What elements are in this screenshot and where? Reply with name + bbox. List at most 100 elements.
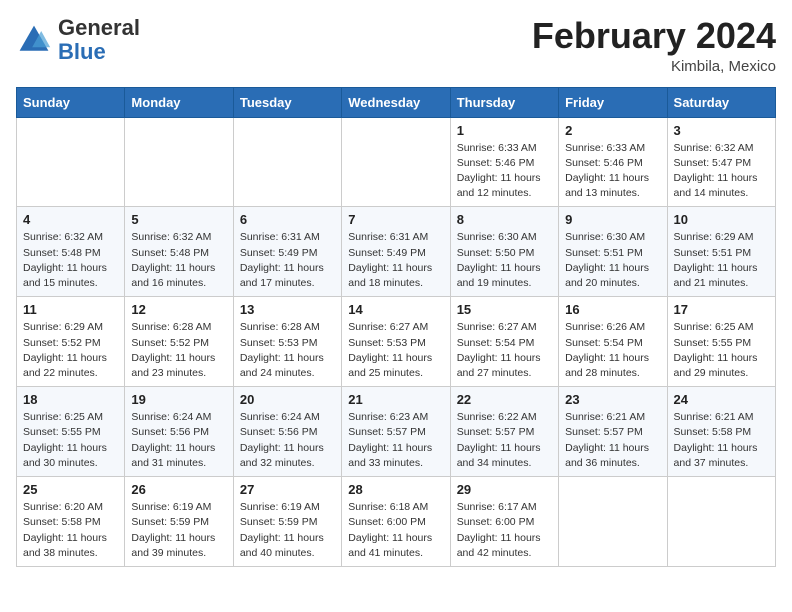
calendar-week-row: 1 Sunrise: 6:33 AMSunset: 5:46 PMDaylight… (17, 117, 776, 207)
day-number: 15 (457, 302, 552, 317)
calendar-cell: 27 Sunrise: 6:19 AMSunset: 5:59 PMDayligh… (233, 477, 341, 567)
day-number: 18 (23, 392, 118, 407)
day-info: Sunrise: 6:25 AMSunset: 5:55 PMDaylight:… (674, 320, 769, 381)
calendar-cell: 28Sunrise: 6:18 AMSunset: 6:00 PMDayligh… (342, 477, 450, 567)
calendar-cell: 7Sunrise: 6:31 AMSunset: 5:49 PMDaylight… (342, 207, 450, 297)
col-header-saturday: Saturday (667, 87, 775, 117)
day-number: 24 (674, 392, 769, 407)
day-info: Sunrise: 6:24 AMSunset: 5:56 PMDaylight:… (131, 410, 226, 471)
day-number: 27 (240, 482, 335, 497)
calendar-cell: 8Sunrise: 6:30 AMSunset: 5:50 PMDaylight… (450, 207, 558, 297)
col-header-thursday: Thursday (450, 87, 558, 117)
calendar-cell: 4 Sunrise: 6:32 AMSunset: 5:48 PMDaylight… (17, 207, 125, 297)
calendar-week-row: 11 Sunrise: 6:29 AMSunset: 5:52 PMDayligh… (17, 297, 776, 387)
logo: General Blue (16, 16, 140, 64)
calendar-table: SundayMondayTuesdayWednesdayThursdayFrid… (16, 87, 776, 567)
day-number: 21 (348, 392, 443, 407)
day-info: Sunrise: 6:18 AMSunset: 6:00 PMDaylight:… (348, 500, 443, 561)
day-info: Sunrise: 6:32 AMSunset: 5:48 PMDaylight:… (23, 230, 118, 291)
day-number: 5 (131, 212, 226, 227)
day-number: 7 (348, 212, 443, 227)
logo-icon (16, 22, 52, 58)
calendar-cell: 10 Sunrise: 6:29 AMSunset: 5:51 PMDayligh… (667, 207, 775, 297)
calendar-header-row: SundayMondayTuesdayWednesdayThursdayFrid… (17, 87, 776, 117)
page-header: General Blue February 2024 Kimbila, Mexi… (16, 16, 776, 75)
day-info: Sunrise: 6:26 AMSunset: 5:54 PMDaylight:… (565, 320, 660, 381)
day-info: Sunrise: 6:21 AMSunset: 5:57 PMDaylight:… (565, 410, 660, 471)
calendar-cell: 20 Sunrise: 6:24 AMSunset: 5:56 PMDayligh… (233, 387, 341, 477)
day-info: Sunrise: 6:22 AMSunset: 5:57 PMDaylight:… (457, 410, 552, 471)
calendar-cell: 16 Sunrise: 6:26 AMSunset: 5:54 PMDayligh… (559, 297, 667, 387)
day-info: Sunrise: 6:30 AMSunset: 5:51 PMDaylight:… (565, 230, 660, 291)
calendar-cell: 2 Sunrise: 6:33 AMSunset: 5:46 PMDaylight… (559, 117, 667, 207)
day-number: 11 (23, 302, 118, 317)
title-block: February 2024 Kimbila, Mexico (532, 16, 776, 75)
calendar-cell: 22 Sunrise: 6:22 AMSunset: 5:57 PMDayligh… (450, 387, 558, 477)
calendar-cell: 23Sunrise: 6:21 AMSunset: 5:57 PMDayligh… (559, 387, 667, 477)
calendar-cell (667, 477, 775, 567)
day-number: 10 (674, 212, 769, 227)
day-info: Sunrise: 6:29 AMSunset: 5:52 PMDaylight:… (23, 320, 118, 381)
logo-general: General (58, 15, 140, 40)
day-info: Sunrise: 6:19 AMSunset: 5:59 PMDaylight:… (240, 500, 335, 561)
day-number: 1 (457, 123, 552, 138)
day-info: Sunrise: 6:24 AMSunset: 5:56 PMDaylight:… (240, 410, 335, 471)
day-info: Sunrise: 6:28 AMSunset: 5:52 PMDaylight:… (131, 320, 226, 381)
calendar-cell: 25Sunrise: 6:20 AMSunset: 5:58 PMDayligh… (17, 477, 125, 567)
col-header-tuesday: Tuesday (233, 87, 341, 117)
calendar-cell: 18 Sunrise: 6:25 AMSunset: 5:55 PMDayligh… (17, 387, 125, 477)
day-info: Sunrise: 6:27 AMSunset: 5:54 PMDaylight:… (457, 320, 552, 381)
location-subtitle: Kimbila, Mexico (532, 58, 776, 75)
calendar-cell: 9 Sunrise: 6:30 AMSunset: 5:51 PMDaylight… (559, 207, 667, 297)
col-header-wednesday: Wednesday (342, 87, 450, 117)
day-info: Sunrise: 6:29 AMSunset: 5:51 PMDaylight:… (674, 230, 769, 291)
day-info: Sunrise: 6:23 AMSunset: 5:57 PMDaylight:… (348, 410, 443, 471)
day-number: 9 (565, 212, 660, 227)
day-number: 6 (240, 212, 335, 227)
day-info: Sunrise: 6:28 AMSunset: 5:53 PMDaylight:… (240, 320, 335, 381)
day-info: Sunrise: 6:17 AMSunset: 6:00 PMDaylight:… (457, 500, 552, 561)
day-number: 16 (565, 302, 660, 317)
calendar-week-row: 25Sunrise: 6:20 AMSunset: 5:58 PMDayligh… (17, 477, 776, 567)
day-info: Sunrise: 6:33 AMSunset: 5:46 PMDaylight:… (565, 141, 660, 202)
col-header-monday: Monday (125, 87, 233, 117)
day-info: Sunrise: 6:25 AMSunset: 5:55 PMDaylight:… (23, 410, 118, 471)
calendar-cell: 24 Sunrise: 6:21 AMSunset: 5:58 PMDayligh… (667, 387, 775, 477)
calendar-cell (342, 117, 450, 207)
day-number: 12 (131, 302, 226, 317)
day-number: 4 (23, 212, 118, 227)
day-number: 3 (674, 123, 769, 138)
calendar-cell: 14 Sunrise: 6:27 AMSunset: 5:53 PMDayligh… (342, 297, 450, 387)
day-number: 26 (131, 482, 226, 497)
calendar-cell (233, 117, 341, 207)
calendar-week-row: 4 Sunrise: 6:32 AMSunset: 5:48 PMDaylight… (17, 207, 776, 297)
day-number: 2 (565, 123, 660, 138)
calendar-cell: 3 Sunrise: 6:32 AMSunset: 5:47 PMDaylight… (667, 117, 775, 207)
day-info: Sunrise: 6:30 AMSunset: 5:50 PMDaylight:… (457, 230, 552, 291)
calendar-cell: 29 Sunrise: 6:17 AMSunset: 6:00 PMDayligh… (450, 477, 558, 567)
calendar-cell: 26Sunrise: 6:19 AMSunset: 5:59 PMDayligh… (125, 477, 233, 567)
calendar-cell: 11 Sunrise: 6:29 AMSunset: 5:52 PMDayligh… (17, 297, 125, 387)
day-info: Sunrise: 6:21 AMSunset: 5:58 PMDaylight:… (674, 410, 769, 471)
calendar-cell: 19 Sunrise: 6:24 AMSunset: 5:56 PMDayligh… (125, 387, 233, 477)
day-number: 19 (131, 392, 226, 407)
day-number: 29 (457, 482, 552, 497)
month-year-title: February 2024 (532, 16, 776, 56)
col-header-sunday: Sunday (17, 87, 125, 117)
calendar-cell (559, 477, 667, 567)
calendar-cell: 13Sunrise: 6:28 AMSunset: 5:53 PMDayligh… (233, 297, 341, 387)
calendar-cell: 15 Sunrise: 6:27 AMSunset: 5:54 PMDayligh… (450, 297, 558, 387)
calendar-cell: 1 Sunrise: 6:33 AMSunset: 5:46 PMDaylight… (450, 117, 558, 207)
day-info: Sunrise: 6:27 AMSunset: 5:53 PMDaylight:… (348, 320, 443, 381)
day-number: 20 (240, 392, 335, 407)
day-number: 25 (23, 482, 118, 497)
day-number: 14 (348, 302, 443, 317)
calendar-cell: 6Sunrise: 6:31 AMSunset: 5:49 PMDaylight… (233, 207, 341, 297)
day-number: 17 (674, 302, 769, 317)
col-header-friday: Friday (559, 87, 667, 117)
day-number: 22 (457, 392, 552, 407)
day-info: Sunrise: 6:32 AMSunset: 5:47 PMDaylight:… (674, 141, 769, 202)
logo-blue: Blue (58, 39, 106, 64)
calendar-week-row: 18 Sunrise: 6:25 AMSunset: 5:55 PMDayligh… (17, 387, 776, 477)
day-info: Sunrise: 6:33 AMSunset: 5:46 PMDaylight:… (457, 141, 552, 202)
